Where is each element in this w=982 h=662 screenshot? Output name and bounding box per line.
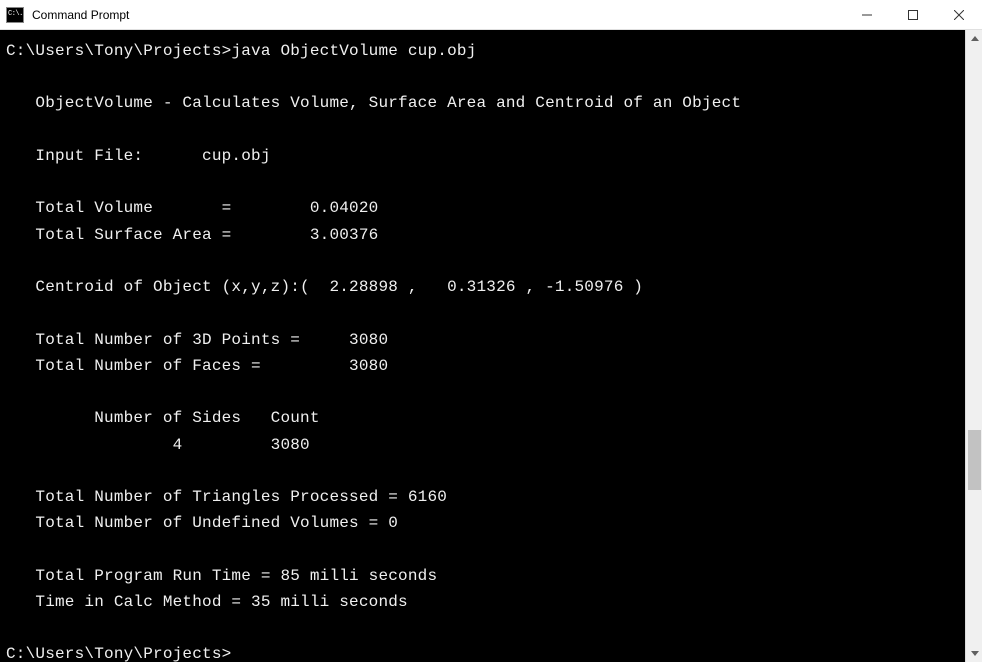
vertical-scrollbar[interactable]	[965, 30, 982, 662]
minimize-button[interactable]	[844, 0, 890, 30]
output-header: ObjectVolume - Calculates Volume, Surfac…	[6, 94, 741, 112]
prompt-path: C:\Users\Tony\Projects>	[6, 42, 231, 60]
close-button[interactable]	[936, 0, 982, 30]
window-controls	[844, 0, 982, 30]
window-title: Command Prompt	[32, 8, 129, 22]
maximize-icon	[908, 10, 918, 20]
chevron-up-icon	[971, 36, 979, 41]
minimize-icon	[862, 10, 872, 20]
output-total-volume: Total Volume = 0.04020	[6, 199, 378, 217]
output-sides-row: 4 3080	[6, 436, 310, 454]
close-icon	[954, 10, 964, 20]
titlebar[interactable]: C:\. Command Prompt	[0, 0, 982, 30]
scroll-thumb[interactable]	[968, 430, 981, 490]
command-text: java ObjectVolume cup.obj	[231, 42, 476, 60]
chevron-down-icon	[971, 651, 979, 656]
scroll-down-button[interactable]	[966, 645, 982, 662]
terminal-output[interactable]: C:\Users\Tony\Projects>java ObjectVolume…	[0, 30, 965, 662]
output-triangles: Total Number of Triangles Processed = 61…	[6, 488, 447, 506]
output-calc-time: Time in Calc Method = 35 milli seconds	[6, 593, 408, 611]
maximize-button[interactable]	[890, 0, 936, 30]
output-faces: Total Number of Faces = 3080	[6, 357, 388, 375]
output-centroid: Centroid of Object (x,y,z):( 2.28898 , 0…	[6, 278, 643, 296]
final-prompt: C:\Users\Tony\Projects>	[6, 645, 231, 662]
output-points: Total Number of 3D Points = 3080	[6, 331, 388, 349]
cmd-icon: C:\.	[6, 7, 24, 23]
output-runtime: Total Program Run Time = 85 milli second…	[6, 567, 437, 585]
output-input-file: Input File: cup.obj	[6, 147, 271, 165]
output-total-surface-area: Total Surface Area = 3.00376	[6, 226, 378, 244]
output-sides-header: Number of Sides Count	[6, 409, 320, 427]
cmd-icon-text: C:\.	[8, 11, 23, 18]
scroll-up-button[interactable]	[966, 30, 982, 47]
terminal-container: C:\Users\Tony\Projects>java ObjectVolume…	[0, 30, 982, 662]
output-undefined: Total Number of Undefined Volumes = 0	[6, 514, 398, 532]
